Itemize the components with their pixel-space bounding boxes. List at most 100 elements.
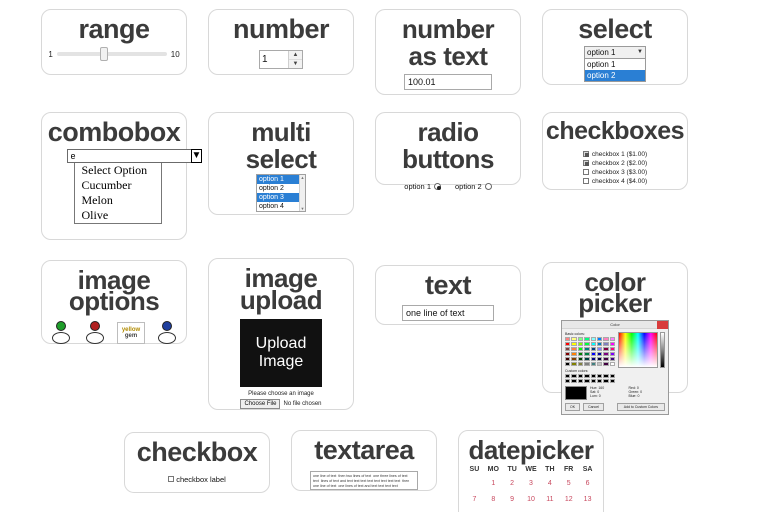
- chevron-down-icon: ▼: [637, 49, 643, 56]
- combobox-option[interactable]: Select Option: [75, 163, 161, 178]
- day-cell[interactable]: 3: [522, 480, 541, 487]
- number-as-text-title-line2: as text: [408, 40, 488, 71]
- day-cell[interactable]: 1: [484, 480, 503, 487]
- color-dialog-title: Color: [610, 322, 620, 328]
- add-to-custom-colors-button[interactable]: Add to Custom Colors: [616, 403, 665, 412]
- text-title: text: [424, 270, 472, 300]
- radio-label: option 2: [455, 182, 482, 192]
- checkbox-item[interactable]: checkbox 4 ($4.00): [582, 178, 647, 185]
- upload-image-preview[interactable]: Upload Image: [240, 319, 322, 387]
- image-options-group[interactable]: yellow gem: [49, 320, 179, 345]
- checkbox-icon[interactable]: [582, 160, 589, 166]
- card-image-upload: image upload Upload Image Please choose …: [208, 258, 354, 410]
- lum-field[interactable]: Lum: 0: [590, 394, 627, 398]
- multi-select-option[interactable]: option 3: [257, 193, 305, 203]
- select-option-list[interactable]: option 1 option 2: [584, 58, 646, 82]
- day-cell[interactable]: 7: [465, 496, 484, 503]
- scroll-up-icon[interactable]: ▲: [300, 175, 305, 180]
- datepicker-day-grid[interactable]: 1 2 3 4 5 6 7 8 9 10 11 12 13: [465, 480, 597, 503]
- radio-option-1[interactable]: option 1: [404, 182, 441, 191]
- textarea-input[interactable]: one line of text then two lines of text …: [310, 470, 418, 490]
- datepicker-title: datepicker: [468, 435, 594, 465]
- checkbox-item[interactable]: checkbox 2 ($2.00): [582, 159, 648, 167]
- basic-color-swatches[interactable]: [565, 337, 615, 367]
- multi-select-option[interactable]: option 2: [257, 184, 305, 193]
- ok-button[interactable]: OK: [565, 403, 581, 412]
- combobox-input[interactable]: [66, 148, 191, 163]
- yellow-gem-broken-image-icon[interactable]: yellow gem: [117, 322, 145, 345]
- radio-button-icon[interactable]: [484, 183, 492, 191]
- checkbox-label: checkbox 2 ($2.00): [591, 159, 648, 167]
- radio-button-icon[interactable]: [434, 183, 441, 191]
- blue-field[interactable]: Blue: 0: [629, 394, 666, 398]
- day-cell[interactable]: 6: [578, 480, 597, 487]
- card-range: range 1 10: [41, 9, 187, 75]
- combobox-control[interactable]: ▼: [66, 148, 203, 163]
- combobox-option[interactable]: Olive: [75, 208, 161, 223]
- multi-select-scrollbar[interactable]: ▲ ▼: [299, 175, 305, 212]
- card-image-options: image options yellow gem: [41, 260, 187, 345]
- select-option[interactable]: option 2: [585, 69, 645, 81]
- range-max-label: 10: [170, 49, 180, 59]
- stepper-down-icon[interactable]: ▼: [289, 60, 302, 68]
- day-cell[interactable]: 8: [484, 496, 503, 503]
- basic-colors-label: Basic colors:: [565, 332, 585, 337]
- stepper-up-icon[interactable]: ▲: [289, 51, 302, 60]
- cancel-button[interactable]: Cancel: [583, 403, 604, 412]
- range-title: range: [78, 14, 150, 44]
- combobox-option[interactable]: Cucumber: [75, 178, 161, 193]
- green-gem-ring-icon[interactable]: [49, 320, 73, 345]
- checkbox-item[interactable]: checkbox 3 ($3.00): [582, 169, 647, 176]
- luminosity-slider[interactable]: [660, 332, 665, 369]
- checkbox-icon[interactable]: [582, 151, 589, 157]
- range-control[interactable]: 1 10: [48, 47, 180, 62]
- text-input[interactable]: [402, 304, 494, 321]
- color-dialog[interactable]: Color Basic colors: Custom colors: Hue: …: [561, 320, 669, 416]
- day-cell[interactable]: 10: [522, 496, 541, 503]
- close-icon[interactable]: [657, 321, 668, 330]
- multi-select-option[interactable]: option 4: [257, 202, 305, 211]
- checkbox-icon[interactable]: [582, 169, 589, 175]
- combobox-toggle-icon[interactable]: ▼: [190, 148, 203, 163]
- day-cell[interactable]: 13: [578, 496, 597, 503]
- combobox-option[interactable]: Melon: [75, 193, 161, 208]
- day-cell[interactable]: 2: [503, 480, 522, 487]
- day-cell[interactable]: 11: [540, 496, 559, 503]
- checkbox-icon[interactable]: [582, 178, 589, 184]
- color-value-fields[interactable]: Hue: 160 Red: 0 Sat: 0 Green: 0 Lum: 0 B…: [590, 386, 665, 398]
- radio-option-2[interactable]: option 2: [455, 182, 492, 191]
- datepicker-calendar[interactable]: SU MO TU WE TH FR SA 1 2 3 4 5 6 7 8 9 1…: [465, 466, 597, 503]
- radio-group[interactable]: option 1 option 2: [404, 182, 492, 191]
- checkbox-group[interactable]: checkbox 1 ($1.00) checkbox 2 ($2.00) ch…: [582, 151, 648, 187]
- day-cell[interactable]: 5: [559, 480, 578, 487]
- multi-select-option[interactable]: option 1: [257, 175, 305, 185]
- combobox-option-list[interactable]: Select Option Cucumber Melon Olive: [73, 162, 162, 224]
- number-input[interactable]: [260, 50, 288, 68]
- checkbox-item[interactable]: checkbox 1 ($1.00): [582, 151, 647, 158]
- range-slider[interactable]: [56, 47, 167, 62]
- day-cell[interactable]: 4: [540, 480, 559, 487]
- day-cell[interactable]: 12: [559, 496, 578, 503]
- number-stepper[interactable]: ▲ ▼: [259, 49, 303, 69]
- card-combobox: combobox ▼ Select Option Cucumber Melon …: [41, 112, 203, 240]
- multi-select-listbox[interactable]: option 1 option 2 option 3 option 4 ▲ ▼: [256, 174, 306, 213]
- choose-file-button[interactable]: Choose File: [240, 399, 281, 409]
- scroll-down-icon[interactable]: ▼: [300, 206, 305, 211]
- custom-color-swatches[interactable]: [565, 374, 615, 384]
- number-stepper-buttons[interactable]: ▲ ▼: [288, 50, 302, 68]
- checkbox-single[interactable]: checkbox label: [168, 475, 226, 484]
- blue-gem-ring-icon[interactable]: [155, 320, 179, 345]
- hue-saturation-field[interactable]: [618, 332, 658, 369]
- red-gem-ring-icon[interactable]: [83, 320, 107, 345]
- card-checkboxes: checkboxes checkbox 1 ($1.00) checkbox 2…: [542, 112, 688, 190]
- number-as-text-input[interactable]: [404, 74, 492, 91]
- checkbox-icon[interactable]: [168, 476, 175, 483]
- range-thumb[interactable]: [99, 47, 108, 62]
- day-cell[interactable]: 9: [503, 496, 522, 503]
- radio-label: option 1: [404, 182, 431, 192]
- upload-box-line2: Image: [258, 353, 304, 371]
- file-input-row[interactable]: Choose File No file chosen: [240, 399, 322, 409]
- select-dropdown[interactable]: option 1 ▼: [584, 45, 646, 59]
- multi-select-title-line2: select: [245, 143, 317, 174]
- select-option[interactable]: option 1: [585, 59, 645, 70]
